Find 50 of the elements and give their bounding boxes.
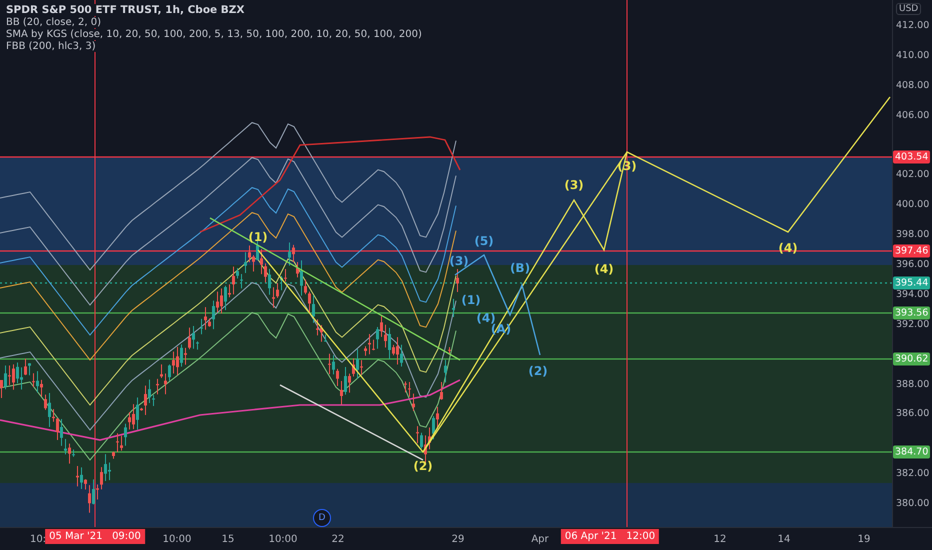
wave-label: (4) (476, 311, 496, 325)
wave-label: (2) (528, 364, 548, 378)
time-tick: 19 (858, 533, 870, 547)
time-marker: 06 Apr '21 12:00 (560, 529, 660, 544)
price-tick: 382.00 (895, 467, 930, 482)
price-tick: 410.00 (895, 48, 930, 63)
price-tag: 397.46 (893, 244, 930, 258)
price-tick: 386.00 (895, 407, 930, 422)
time-tick: 10: (30, 533, 46, 547)
wave-label: (4) (594, 262, 614, 276)
price-tag: 393.56 (893, 306, 930, 320)
time-tick: 12 (714, 533, 726, 547)
price-tick: 380.00 (895, 497, 930, 512)
price-tick: 388.00 (895, 378, 930, 392)
price-tick: 406.00 (895, 108, 930, 123)
indicator-label[interactable]: SMA by KGS (close, 10, 20, 50, 100, 200, 5, 13, 50, 100, 200, 10, 20, 50, 100, 200) (6, 29, 422, 40)
indicator-label[interactable]: BB (20, close, 2, 0) (6, 17, 101, 28)
wave-label: (1) (461, 293, 481, 307)
candlestick (456, 268, 459, 293)
time-tick: 15 (222, 533, 234, 547)
price-tick: 398.00 (895, 228, 930, 242)
candlestick (452, 298, 455, 318)
chart-title: SPDR S&P 500 ETF TRUST, 1h, Cboe BZX (6, 4, 245, 16)
price-tick: 402.00 (895, 168, 930, 182)
price-tick: 396.00 (895, 258, 930, 272)
wave-label: (B) (510, 261, 530, 275)
price-tag: 395.44 (893, 276, 930, 290)
wave-label: (1) (248, 230, 268, 244)
wave-label: (3) (564, 178, 584, 192)
wave-label: (3) (449, 254, 469, 268)
price-tag: 384.70 (893, 446, 930, 458)
currency-label[interactable]: USD (896, 3, 922, 15)
price-tag: 403.54 (893, 150, 930, 164)
candlestick (448, 346, 451, 356)
wave-label: (5) (474, 234, 494, 248)
price-tick: 392.00 (895, 318, 930, 332)
time-tick: 10:00 (268, 533, 298, 547)
wave-label: (2) (413, 459, 433, 473)
indicator-label[interactable]: FBB (200, hlc3, 3) (6, 41, 96, 52)
time-tick: 10:00 (162, 533, 192, 547)
time-marker: 05 Mar '21 09:00 (45, 529, 145, 544)
price-tag: 390.62 (893, 352, 930, 366)
price-tick: 408.00 (895, 78, 930, 93)
time-tick: 29 (452, 533, 464, 547)
price-tick: 394.00 (895, 288, 930, 302)
time-tick: 14 (778, 533, 790, 547)
price-tick: 400.00 (895, 198, 930, 212)
time-tick: 22 (332, 533, 344, 547)
price-tick: 412.00 (895, 19, 930, 33)
time-tick: Apr (531, 533, 549, 547)
